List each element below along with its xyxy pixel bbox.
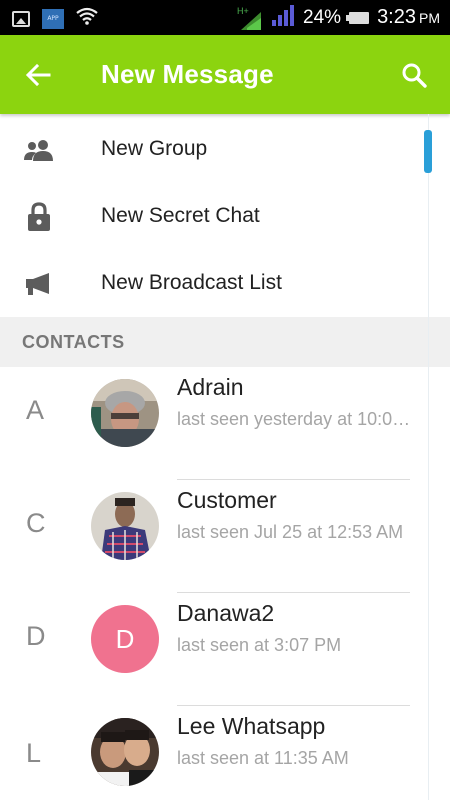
contact-name: Danawa2 [177, 600, 275, 626]
new-secret-chat-item[interactable]: New Secret Chat [0, 183, 430, 250]
section-letter: A [26, 395, 45, 425]
status-bar-notifications: APP [12, 7, 98, 30]
network-signal-icon: H+ [237, 6, 263, 30]
back-button[interactable] [20, 57, 56, 93]
contacts-header-label: CONTACTS [22, 332, 125, 352]
section-letter: L [26, 738, 42, 768]
avatar: D [91, 605, 159, 673]
wifi-icon [76, 7, 98, 30]
avatar [91, 379, 159, 447]
contact-last-seen: last seen yesterday at 10:0… [177, 409, 411, 429]
contact-row-adrain[interactable]: A Adrain last seen yesterday at 10:0… [0, 367, 430, 480]
contact-last-seen: last seen at 11:35 AM [177, 748, 349, 768]
contact-name: Customer [177, 487, 277, 513]
clock-time: 3:23 [377, 6, 416, 28]
new-broadcast-list-label: New Broadcast List [101, 271, 282, 294]
section-letter: C [26, 508, 46, 538]
new-group-label: New Group [101, 137, 208, 160]
page-title: New Message [101, 59, 274, 89]
contact-name: Lee Whatsapp [177, 713, 326, 739]
new-group-item[interactable]: New Group [0, 116, 430, 183]
avatar-initial: D [115, 623, 135, 654]
status-bar-system: H+ 24% 3:23 PM [237, 0, 440, 35]
contact-row-danawa2[interactable]: D D Danawa2 last seen at 3:07 PM [0, 593, 430, 706]
signal-strength-icon [271, 4, 295, 31]
megaphone-icon [24, 269, 54, 299]
contact-last-seen: last seen Jul 25 at 12:53 AM [177, 522, 404, 542]
contacts-section-header: CONTACTS [0, 317, 450, 367]
scrollbar-track[interactable] [428, 114, 429, 800]
contact-row-lee-whatsapp[interactable]: L Lee Whatsapp last seen at 11:35 AM [0, 706, 430, 800]
app-notification-icon: APP [42, 8, 64, 29]
battery-percent: 24% [303, 6, 342, 28]
gallery-icon [12, 10, 30, 27]
clock-ampm: PM [419, 10, 440, 26]
battery-icon [346, 11, 370, 24]
status-bar: APP H+ 24% 3:23 PM [0, 0, 450, 35]
group-icon [24, 135, 54, 165]
app-bar: New Message [0, 35, 450, 114]
scrollbar-thumb[interactable] [424, 130, 432, 173]
contact-last-seen: last seen at 3:07 PM [177, 635, 342, 655]
new-secret-chat-label: New Secret Chat [101, 204, 260, 227]
search-icon [402, 63, 427, 88]
section-letter: D [26, 621, 46, 651]
contact-name: Adrain [177, 374, 244, 400]
avatar [91, 718, 159, 786]
avatar [91, 492, 159, 560]
contact-row-customer[interactable]: C Customer last seen Jul 25 at 12:53 AM [0, 480, 430, 593]
new-broadcast-list-item[interactable]: New Broadcast List [0, 250, 430, 317]
arrow-left-icon [25, 63, 51, 87]
clock: 3:23 PM [377, 6, 440, 29]
search-button[interactable] [396, 57, 432, 93]
lock-icon [24, 202, 54, 232]
